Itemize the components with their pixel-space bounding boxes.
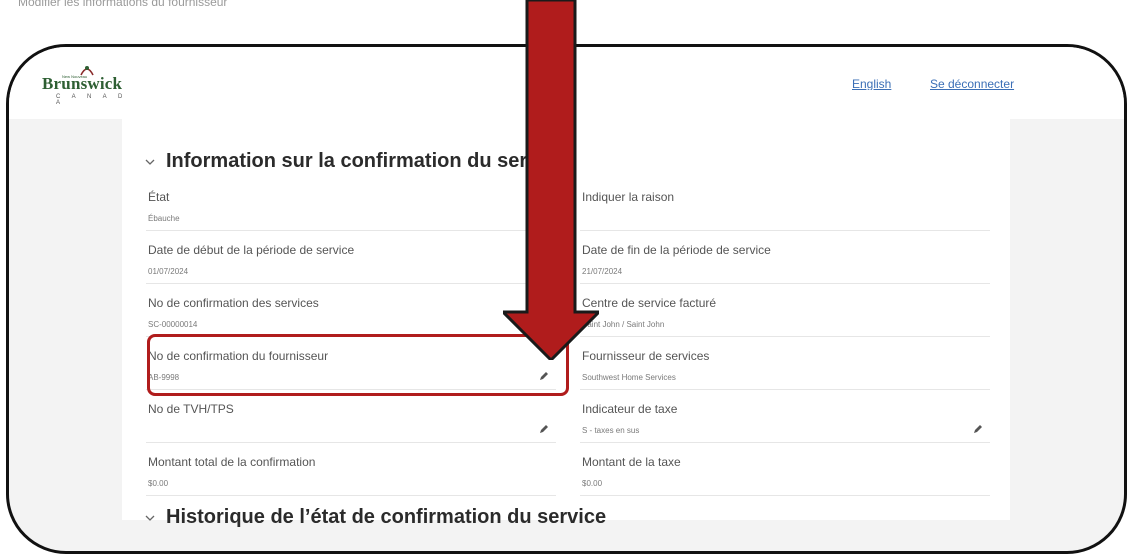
pencil-icon[interactable] [538, 423, 550, 435]
section-title-history: Historique de l’état de confirmation du … [166, 506, 607, 528]
field-value: Southwest Home Services [582, 373, 676, 382]
field-label: État [148, 190, 170, 204]
field-value: 01/07/2024 [148, 267, 189, 276]
logo-wordmark: Brunswick [42, 74, 123, 93]
field-raison: Indiquer la raison [580, 187, 990, 231]
field-value: Ébauche [148, 214, 180, 223]
english-link[interactable]: English [852, 77, 891, 91]
down-arrow-icon [503, 0, 599, 360]
field-indicateur-taxe: Indicateur de taxe S - taxes en sus [580, 399, 990, 443]
pencil-icon[interactable] [972, 423, 984, 435]
field-value: S - taxes en sus [582, 426, 640, 435]
field-value: SC-00000014 [148, 320, 198, 329]
field-label: Montant total de la confirmation [148, 455, 316, 469]
field-value: $0.00 [148, 479, 169, 488]
field-label: No de confirmation des services [148, 296, 319, 310]
logout-link[interactable]: Se déconnecter [930, 77, 1014, 91]
chevron-down-icon [145, 515, 155, 521]
top-caption: Modifier les informations du fournisseur [18, 0, 228, 9]
field-label: Date de début de la période de service [148, 243, 355, 257]
field-label: Fournisseur de services [582, 349, 710, 363]
field-fournisseur-services: Fournisseur de services Southwest Home S… [580, 346, 990, 390]
field-label: Indicateur de taxe [582, 402, 678, 416]
section-header-history[interactable]: Historique de l’état de confirmation du … [144, 506, 606, 529]
field-label: Centre de service facturé [582, 296, 717, 310]
field-etat: État Ébauche [146, 187, 556, 231]
field-date-debut: Date de début de la période de service 0… [146, 240, 556, 284]
chevron-down-icon [145, 159, 155, 165]
field-tvh-tps: No de TVH/TPS [146, 399, 556, 443]
field-label: Montant de la taxe [582, 455, 681, 469]
field-no-confirmation: No de confirmation des services SC-00000… [146, 293, 556, 337]
field-value: $0.00 [582, 479, 603, 488]
field-label: No de TVH/TPS [148, 402, 234, 416]
field-centre-service: Centre de service facturé Saint John / S… [580, 293, 990, 337]
field-label: Date de fin de la période de service [582, 243, 771, 257]
field-montant-taxe: Montant de la taxe $0.00 [580, 452, 990, 496]
field-date-fin: Date de fin de la période de service 21/… [580, 240, 990, 284]
field-montant-total: Montant total de la confirmation $0.00 [146, 452, 556, 496]
